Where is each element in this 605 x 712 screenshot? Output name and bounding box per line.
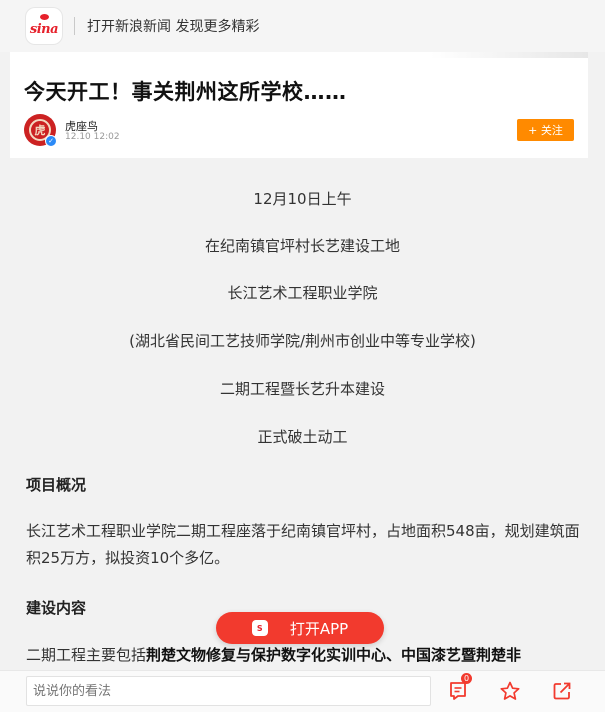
bottom-comment-bar: 0 [0,670,605,712]
divider [74,17,75,35]
publish-time: 12.10 12:02 [65,132,120,142]
section-heading-overview: 项目概况 [26,476,87,494]
open-app-button[interactable]: S 打开APP [216,612,384,644]
article-title: 今天开工！事关荆州这所学校…… [24,80,347,104]
comment-input[interactable] [26,676,431,706]
faded-header-strip [430,52,588,58]
app-promo-bar[interactable]: sina 打开新浪新闻 发现更多精彩 [0,0,605,52]
overview-paragraph: 长江艺术工程职业学院二期工程座落于纪南镇官坪村，占地面积548亩，规划建筑面积2… [26,522,580,567]
comment-icon[interactable]: 0 [445,673,472,704]
centered-line: (湖北省民间工艺技师学院/荆州市创业中等专业学校) [129,332,476,350]
share-icon[interactable] [549,678,575,704]
centered-line: 正式破土动工 [257,428,348,446]
article-header-card: 今天开工！事关荆州这所学校…… 虎 ✓ 虎座鸟 12.10 12:02 + 关注 [10,52,588,158]
promo-text: 打开新浪新闻 发现更多精彩 [87,19,260,35]
content-paragraph: 二期工程主要包括荆楚文物修复与保护数字化实训中心、中国漆艺暨荆楚非 [26,646,522,664]
section-heading-content: 建设内容 [26,599,87,617]
sina-logo-icon: sina [26,8,62,44]
verified-icon: ✓ [45,135,57,147]
star-icon[interactable] [497,678,523,704]
follow-button[interactable]: + 关注 [517,119,574,141]
comment-count-badge: 0 [461,673,472,684]
centered-line: 在纪南镇官坪村长艺建设工地 [204,237,400,255]
centered-line: 12月10日上午 [253,190,352,208]
centered-line: 二期工程暨长艺升本建设 [219,380,385,398]
centered-line: 长江艺术工程职业学院 [227,284,378,302]
article-body: 12月10日上午 在纪南镇官坪村长艺建设工地 长江艺术工程职业学院 (湖北省民间… [0,158,605,670]
sina-app-icon: S [251,620,268,636]
open-app-label: 打开APP [289,619,349,638]
